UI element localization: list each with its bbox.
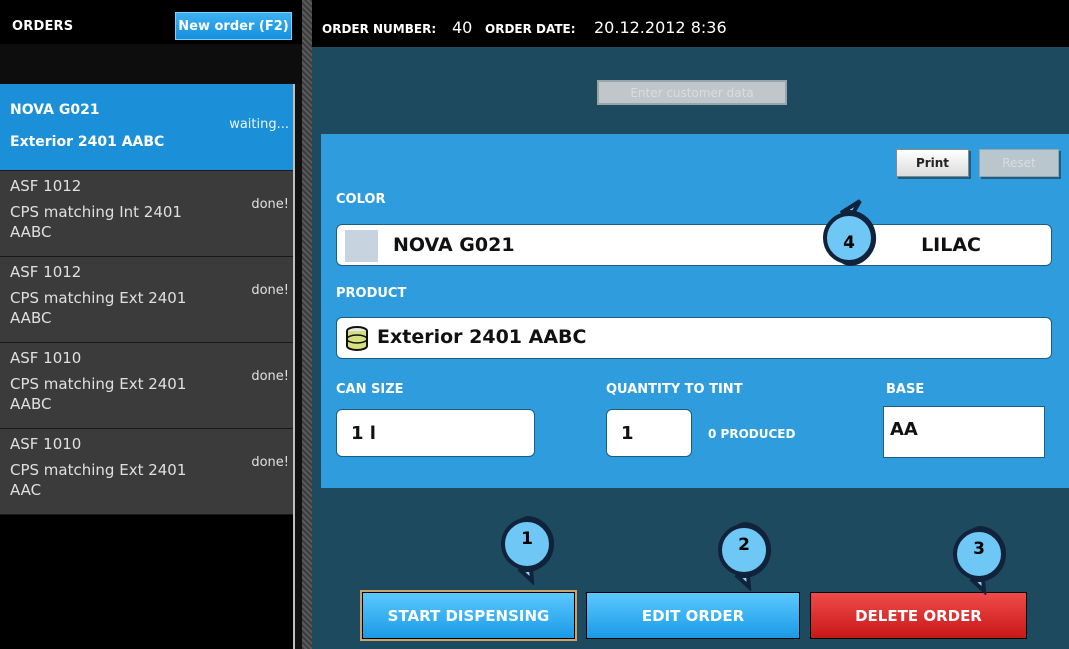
callout-number: 3 [973, 539, 985, 559]
base-value: AA [890, 419, 918, 440]
order-list-item[interactable]: NOVA G021 Exterior 2401 AABC waiting... [0, 84, 293, 171]
callout-number: 4 [843, 233, 855, 253]
can-size-label: CAN SIZE [336, 382, 404, 397]
order-list: NOVA G021 Exterior 2401 AABC waiting... … [0, 84, 293, 515]
order-color-code: ASF 1010 [10, 349, 82, 367]
quantity-label: QUANTITY TO TINT [606, 382, 743, 397]
callout-marker: 1 [498, 515, 556, 585]
callout-number: 1 [521, 529, 533, 549]
enter-customer-data-button[interactable]: Enter customer data [597, 80, 787, 105]
sidebar-scrollbar[interactable] [293, 84, 302, 649]
order-product: CPS matching Ext 2401 AABC [10, 375, 187, 413]
base-label: BASE [886, 382, 925, 397]
can-size-field[interactable]: 1 l [336, 409, 535, 457]
order-color-code: ASF 1012 [10, 177, 82, 195]
order-color-code: ASF 1012 [10, 263, 82, 281]
callout-number: 2 [738, 535, 750, 555]
order-detail-panel: ORDER NUMBER: 40 ORDER DATE: 20.12.2012 … [312, 0, 1069, 649]
delete-order-button[interactable]: DELETE ORDER [810, 592, 1027, 639]
base-field[interactable]: AA [883, 406, 1045, 458]
product-name: Exterior 2401 AABC [377, 326, 587, 348]
orders-title: ORDERS [12, 19, 74, 34]
order-status: done! [251, 455, 289, 470]
order-status: done! [251, 197, 289, 212]
produced-count: 0 PRODUCED [708, 427, 796, 441]
order-list-item[interactable]: ASF 1012 CPS matching Ext 2401 AABC done… [0, 257, 293, 343]
order-product: CPS matching Int 2401 AABC [10, 203, 182, 241]
start-dispensing-button[interactable]: START DISPENSING [360, 590, 577, 641]
order-status: waiting... [229, 117, 289, 132]
new-order-button[interactable]: New order (F2) [175, 12, 292, 40]
color-label: COLOR [336, 192, 386, 207]
print-button[interactable]: Print [896, 149, 969, 177]
callout-marker: 4 [820, 197, 878, 267]
order-number-value: 40 [452, 18, 473, 37]
order-list-item[interactable]: ASF 1010 CPS matching Ext 2401 AABC done… [0, 343, 293, 429]
order-color-code: NOVA G021 [10, 102, 100, 118]
orders-sidebar: ORDERS New order (F2) NOVA G021 Exterior… [0, 0, 302, 649]
can-size-value: 1 l [351, 423, 376, 444]
product-label: PRODUCT [336, 286, 407, 301]
order-header: ORDER NUMBER: 40 ORDER DATE: 20.12.2012 … [312, 0, 1069, 47]
quantity-field[interactable]: 1 [606, 409, 692, 457]
callout-marker: 2 [715, 521, 773, 591]
order-date-value: 20.12.2012 8:36 [594, 18, 727, 37]
order-color-code: ASF 1010 [10, 435, 82, 453]
order-product: CPS matching Ext 2401 AAC [10, 461, 187, 499]
product-field[interactable]: Exterior 2401 AABC [336, 317, 1052, 359]
order-list-item[interactable]: ASF 1012 CPS matching Int 2401 AABC done… [0, 171, 293, 257]
order-product: Exterior 2401 AABC [10, 134, 165, 150]
order-status: done! [251, 369, 289, 384]
order-form: Print Reset COLOR NOVA G021 LILAC PRODUC… [321, 134, 1069, 488]
quantity-value: 1 [621, 423, 634, 444]
order-number-label: ORDER NUMBER: [322, 22, 437, 36]
order-date-label: ORDER DATE: [485, 22, 576, 36]
callout-marker: 3 [950, 525, 1008, 595]
color-name: LILAC [921, 234, 981, 256]
color-field[interactable]: NOVA G021 LILAC [336, 224, 1052, 266]
panel-divider[interactable] [302, 0, 312, 649]
order-status: done! [251, 283, 289, 298]
order-product: CPS matching Ext 2401 AABC [10, 289, 187, 327]
edit-order-button[interactable]: EDIT ORDER [586, 592, 800, 639]
can-icon [345, 326, 369, 352]
color-code: NOVA G021 [393, 234, 515, 256]
order-list-item[interactable]: ASF 1010 CPS matching Ext 2401 AAC done! [0, 429, 293, 515]
color-swatch [345, 230, 378, 262]
sidebar-spacer [0, 44, 302, 84]
reset-button[interactable]: Reset [979, 149, 1059, 177]
sidebar-header: ORDERS New order (F2) [0, 0, 302, 44]
